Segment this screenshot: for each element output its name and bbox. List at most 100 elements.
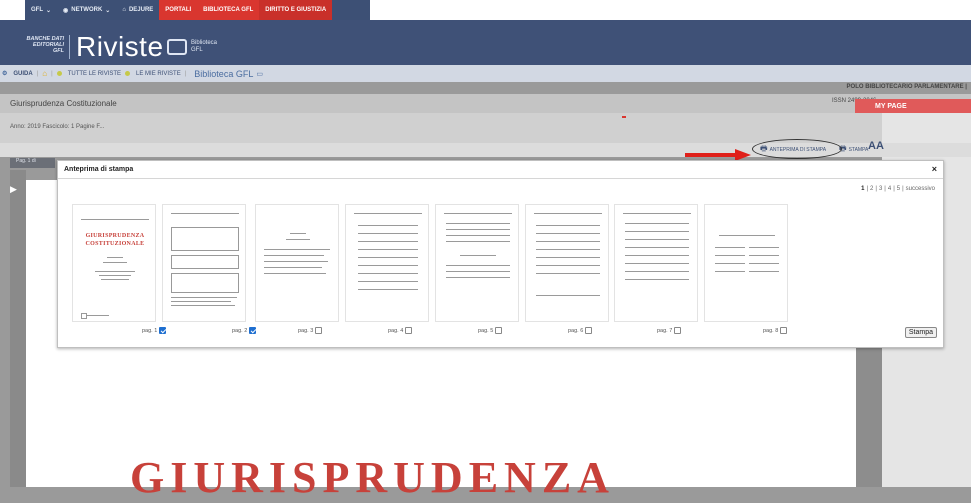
thumb-line: [358, 241, 418, 242]
page-link-2[interactable]: 2: [870, 186, 873, 192]
thumb-line: [625, 255, 689, 256]
page-7-checkbox[interactable]: [674, 327, 682, 334]
site-title[interactable]: Riviste: [76, 31, 164, 63]
page-link-3[interactable]: 3: [879, 186, 882, 192]
document-heading: GIURISPRUDENZA: [130, 453, 615, 502]
home-icon[interactable]: ⌂: [42, 69, 47, 78]
thumb-line: [625, 239, 689, 240]
thumb-label: pag. 1: [142, 327, 158, 334]
thumb-line: [625, 223, 689, 224]
thumb-line: [99, 275, 131, 276]
mie-riviste-link[interactable]: LE MIE RIVISTE: [125, 71, 181, 77]
stampa-toolbar-button[interactable]: 🖶 STAMPA: [839, 143, 868, 157]
thumb-line: [625, 231, 689, 232]
thumb-caption-3: pag. 3: [298, 327, 323, 334]
logo-divider: [69, 35, 70, 59]
page-thumbnail-8[interactable]: [704, 204, 788, 322]
sidebar-toggle-icon[interactable]: ▶: [10, 184, 17, 195]
page-2-checkbox[interactable]: [249, 327, 257, 334]
thumb-label: pag. 3: [298, 327, 314, 334]
banche-dati-logo[interactable]: BANCHE DATI EDITORIALI GFL: [20, 36, 64, 54]
guida-label: GUIDA: [13, 70, 33, 77]
thumb-line: [446, 277, 510, 278]
nav-dejure[interactable]: ⌂ DEJURE: [116, 0, 159, 20]
page-8-checkbox[interactable]: [780, 327, 788, 334]
thumb-line: [358, 289, 418, 290]
thumb-line: [171, 301, 231, 302]
page-4-checkbox[interactable]: [405, 327, 413, 334]
pagination: 1 | 2 | 3 | 4 | 5 | successivo: [861, 186, 935, 192]
stampa-label: STAMPA: [848, 147, 869, 153]
thumb-line: [536, 249, 600, 250]
thumb-line: [719, 235, 775, 236]
bullet-icon: [125, 71, 131, 76]
nav-portali[interactable]: PORTALI: [159, 0, 198, 20]
thumb-caption-5: pag. 5: [478, 327, 503, 334]
page-5-checkbox[interactable]: [495, 327, 503, 334]
logo-line-3: GFL: [53, 48, 64, 54]
page-link-1[interactable]: 1: [861, 186, 864, 192]
chevron-down-icon: ⌄: [105, 7, 111, 14]
page-thumbnail-1[interactable]: GIURISPRUDENZA COSTITUZIONALE: [72, 204, 156, 322]
page-3-checkbox[interactable]: [315, 327, 323, 334]
thumb-line: [446, 241, 510, 242]
issue-strip: [0, 113, 971, 143]
thumb-line: [264, 249, 330, 250]
thumb-line: [358, 249, 418, 250]
page-thumbnail-7[interactable]: [614, 204, 698, 322]
tutte-riviste-link[interactable]: TUTTE LE RIVISTE: [56, 71, 121, 77]
book-icon: ▭: [256, 70, 263, 78]
nav-diritto-giustizia[interactable]: DIRITTO E GIUSTIZIA: [259, 0, 333, 20]
thumb-line: [623, 213, 691, 214]
thumb-line: [534, 213, 602, 214]
page-thumbnail-4[interactable]: [345, 204, 429, 322]
font-size-button[interactable]: AA: [868, 140, 884, 152]
print-preview-dialog: Anteprima di stampa × 1 | 2 | 3 | 4 | 5 | suc…: [57, 160, 944, 348]
nav-diritto-label: DIRITTO E GIUSTIZIA: [265, 7, 327, 13]
thumb-line: [358, 225, 418, 226]
close-icon[interactable]: ×: [932, 164, 937, 174]
page-thumbnail-3[interactable]: [255, 204, 339, 322]
nav-gfl[interactable]: GFL ⌄: [25, 0, 57, 20]
thumb-caption-4: pag. 4: [388, 327, 413, 334]
stampa-button[interactable]: Stampa: [904, 327, 937, 338]
thumb-line: [446, 223, 510, 224]
guida-link[interactable]: ⚙ GUIDA: [0, 70, 33, 78]
thumb-label: pag. 2: [232, 327, 248, 334]
library-account-label: POLO BIBLIOTECARIO PARLAMENTARE |: [846, 84, 967, 90]
thumb-line: [171, 297, 237, 298]
page-6-checkbox[interactable]: [585, 327, 593, 334]
page-thumbnail-2[interactable]: [162, 204, 246, 322]
highlight-ellipse: [752, 139, 842, 159]
thumb-line: [446, 235, 510, 236]
thumb-frame: [171, 255, 239, 269]
biblioteca-gfl-link[interactable]: Biblioteca GFL ▭: [190, 69, 263, 79]
thumb-line: [625, 247, 689, 248]
publisher-logo-icon: [81, 313, 87, 319]
nav-gfl-label: GFL: [31, 7, 43, 13]
thumb-line: [264, 273, 326, 274]
breadcrumb-separator: |: [51, 70, 53, 77]
thumb-caption-1: pag. 1: [142, 327, 167, 334]
my-page-button[interactable]: MY PAGE: [855, 99, 971, 113]
page-1-checkbox[interactable]: [159, 327, 167, 334]
site-header: BANCHE DATI EDITORIALI GFL Riviste Bibli…: [0, 20, 971, 65]
thumb-title-line-1: GIURISPRUDENZA: [85, 233, 145, 239]
thumb-title-line-2: COSTITUZIONALE: [85, 241, 145, 247]
nav-biblioteca-gfl[interactable]: BIBLIOTECA GFL: [197, 0, 260, 20]
thumb-caption-7: pag. 7: [657, 327, 682, 334]
page-link-4[interactable]: 4: [888, 186, 891, 192]
biblioteca-logo[interactable]: Biblioteca GFL: [191, 40, 217, 54]
page-thumbnail-6[interactable]: [525, 204, 609, 322]
nav-network[interactable]: ◉ NETWORK ⌄: [57, 0, 116, 20]
page-thumbnail-5[interactable]: [435, 204, 519, 322]
nav-dejure-label: DEJURE: [128, 7, 154, 13]
thumb-line: [749, 255, 779, 256]
next-page-link[interactable]: successivo: [906, 186, 935, 192]
book-icon: [167, 39, 187, 55]
viewer-left-rail: [10, 170, 26, 487]
marker-decoration: [622, 116, 626, 118]
biblioteca-logo-line-1: Biblioteca: [191, 40, 218, 46]
page-link-5[interactable]: 5: [897, 186, 900, 192]
thumb-line: [715, 255, 745, 256]
